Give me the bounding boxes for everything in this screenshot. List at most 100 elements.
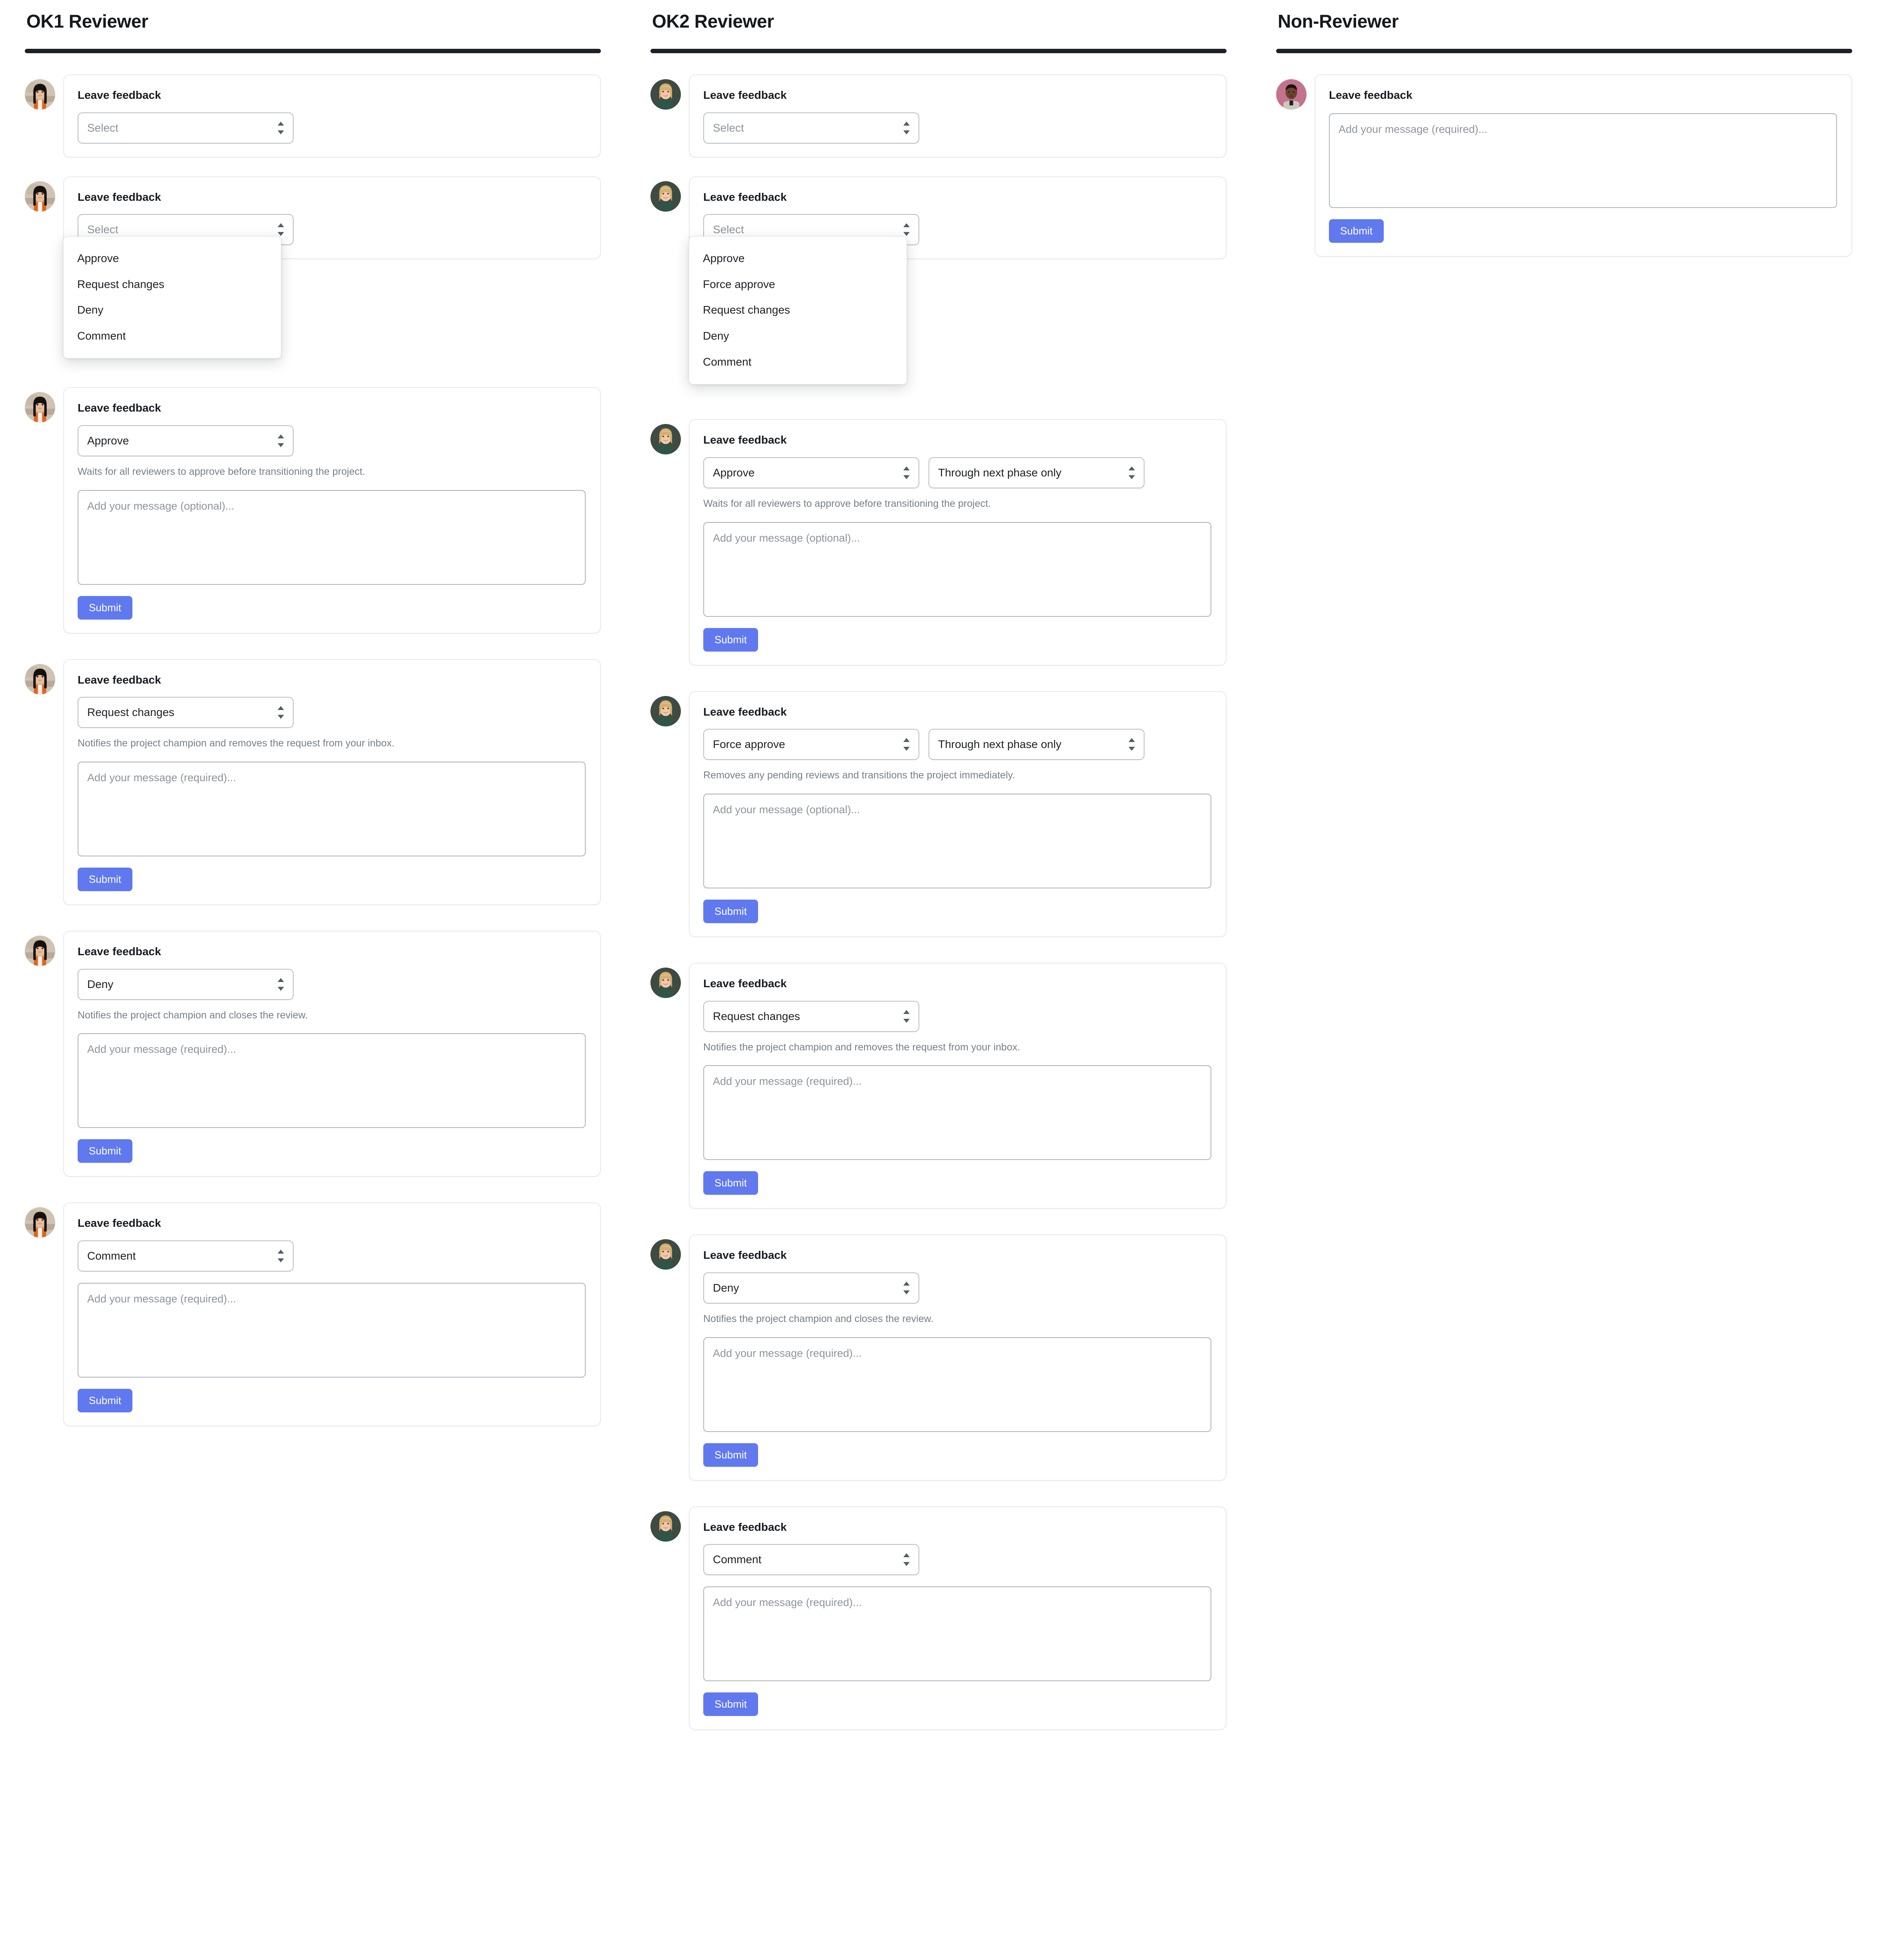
feedback-controls-row: Request changes [703, 1000, 1211, 1032]
feedback-card-row: Leave feedback Add your message (required… [1276, 74, 1852, 257]
cards-list-ok2: Leave feedback Select Leave feedback Selec… [650, 53, 1227, 1730]
leave-feedback-label: Leave feedback [703, 190, 787, 203]
select-value-text: Through next phase only [938, 466, 1062, 479]
feedback-controls-row: Approve Through next phase only [703, 457, 1211, 488]
submit-button[interactable]: Submit [78, 1389, 132, 1412]
feedback-scope-select-ok2-approve[interactable]: Through next phase only [928, 457, 1145, 488]
feedback-card-row: Leave feedback Force approve Through next … [650, 691, 1227, 938]
feedback-card-row: Leave feedback Comment Add your message (r… [650, 1506, 1227, 1730]
feedback-message-textarea[interactable]: Add your message (optional)... [703, 794, 1211, 889]
feedback-action-dropdown-menu[interactable]: Approve Request changes Deny Comment [63, 236, 281, 358]
feedback-action-select-ok1-collapsed[interactable]: Select [78, 112, 294, 144]
blonde-woman-green-top-avatar [650, 181, 681, 212]
column-nonreviewer: Non-Reviewer Leave feedback Add your mess… [1251, 0, 1877, 257]
feedback-message-textarea[interactable]: Add your message (required)... [78, 1283, 586, 1378]
action-helper-text: Notifies the project champion and closes… [703, 1313, 934, 1324]
select-value-text: Force approve [713, 738, 785, 751]
submit-button[interactable]: Submit [1329, 219, 1384, 243]
feedback-message-textarea[interactable]: Add your message (required)... [703, 1065, 1211, 1160]
dropdown-option-comment[interactable]: Comment [64, 323, 281, 349]
leave-feedback-label: Leave feedback [703, 705, 787, 718]
feedback-message-textarea[interactable]: Add your message (required)... [78, 1033, 586, 1128]
select-chevron-updown-icon [903, 466, 910, 480]
feedback-action-select-ok1-approve[interactable]: Approve [78, 425, 294, 456]
dropdown-option-deny[interactable]: Deny [689, 323, 906, 349]
select-value-text: Select [713, 223, 744, 236]
submit-button[interactable]: Submit [703, 628, 758, 652]
feedback-action-select-ok2-deny[interactable]: Deny [703, 1272, 919, 1304]
man-pink-background-avatar [1276, 79, 1307, 110]
leave-feedback-label: Leave feedback [703, 89, 787, 102]
dropdown-option-request-changes[interactable]: Request changes [689, 297, 906, 323]
feedback-action-select-ok2-force-approve[interactable]: Force approve [703, 729, 919, 760]
submit-button[interactable]: Submit [703, 1171, 758, 1195]
submit-button[interactable]: Submit [703, 1443, 758, 1467]
column-header-ok1: OK1 Reviewer [25, 0, 601, 54]
feedback-card-ok2-comment: Leave feedback Comment Add your message (r… [689, 1506, 1227, 1730]
dropdown-option-comment[interactable]: Comment [689, 349, 906, 375]
column-ok2: OK2 Reviewer Leave feedback Select Leave … [626, 0, 1251, 1730]
feedback-card-ok1-comment: Leave feedback Comment Add your message (r… [63, 1202, 601, 1426]
select-chevron-updown-icon [278, 705, 284, 720]
blonde-woman-green-top-avatar [650, 1511, 681, 1542]
leave-feedback-label: Leave feedback [78, 945, 161, 958]
feedback-action-select-ok2-approve[interactable]: Approve [703, 457, 919, 488]
feedback-card-row: Leave feedback Approve Through next phase … [650, 419, 1227, 666]
submit-button[interactable]: Submit [78, 1139, 132, 1163]
feedback-action-select-ok1-request-changes[interactable]: Request changes [78, 697, 294, 728]
dropdown-option-approve[interactable]: Approve [689, 246, 906, 272]
feedback-states-overview: OK1 Reviewer Leave feedback Select Leave … [0, 0, 1877, 1960]
select-chevron-updown-icon [278, 222, 284, 237]
feedback-message-textarea[interactable]: Add your message (optional)... [78, 490, 586, 585]
feedback-action-select-ok1-deny[interactable]: Deny [78, 968, 294, 1000]
feedback-controls-row: Comment [703, 1544, 1211, 1576]
select-value-text: Select [713, 121, 744, 134]
leave-feedback-label: Leave feedback [78, 1217, 161, 1230]
select-chevron-updown-icon [1129, 466, 1135, 480]
submit-row: Submit [78, 1128, 586, 1163]
feedback-controls-row: Select [78, 112, 586, 144]
column-header-nonreviewer: Non-Reviewer [1276, 0, 1852, 54]
submit-row: Submit [78, 1378, 586, 1412]
feedback-action-dropdown-menu[interactable]: Approve Force approve Request changes Deny C… [689, 236, 907, 384]
feedback-action-select-ok2-request-changes[interactable]: Request changes [703, 1000, 919, 1032]
submit-button[interactable]: Submit [78, 868, 132, 892]
feedback-message-textarea[interactable]: Add your message (required)... [703, 1337, 1211, 1432]
column-ok1: OK1 Reviewer Leave feedback Select Leave … [0, 0, 626, 1426]
select-chevron-updown-icon [278, 1249, 284, 1263]
feedback-controls-row: Deny [78, 968, 586, 1000]
submit-button[interactable]: Submit [703, 1692, 758, 1716]
feedback-message-textarea[interactable]: Add your message (required)... [78, 762, 586, 857]
feedback-action-select-ok2-comment[interactable]: Comment [703, 1544, 919, 1576]
feedback-message-textarea[interactable]: Add your message (required)... [703, 1586, 1211, 1682]
blonde-woman-green-top-avatar [650, 79, 681, 110]
submit-row: Submit [703, 1681, 1211, 1716]
blonde-woman-green-top-avatar [650, 968, 681, 998]
feedback-action-select-ok1-comment[interactable]: Comment [78, 1240, 294, 1272]
feedback-action-select-ok2-collapsed[interactable]: Select [703, 112, 919, 144]
feedback-controls-row: Force approve Through next phase only [703, 729, 1211, 760]
action-helper-text: Notifies the project champion and remove… [78, 738, 395, 749]
dropdown-option-force-approve[interactable]: Force approve [689, 272, 906, 298]
feedback-message-textarea[interactable]: Add your message (optional)... [703, 522, 1211, 617]
select-chevron-updown-icon [1129, 737, 1135, 752]
blonde-woman-green-top-avatar [650, 696, 681, 726]
leave-feedback-label: Leave feedback [78, 89, 161, 102]
feedback-scope-select-ok2-force-approve[interactable]: Through next phase only [928, 729, 1145, 760]
feedback-card-ok2-collapsed: Leave feedback Select [689, 74, 1227, 158]
dropdown-option-deny[interactable]: Deny [64, 297, 281, 323]
dropdown-option-approve[interactable]: Approve [64, 246, 281, 272]
column-title: Non-Reviewer [1278, 11, 1399, 32]
feedback-message-textarea[interactable]: Add your message (required)... [1329, 113, 1837, 208]
select-value-text: Select [87, 121, 118, 134]
feedback-card-ok2-approve: Leave feedback Approve Through next phase … [689, 419, 1227, 666]
submit-row: Submit [703, 1432, 1211, 1467]
card-spacer [650, 666, 1227, 691]
submit-button[interactable]: Submit [703, 900, 758, 924]
dropdown-option-request-changes[interactable]: Request changes [64, 272, 281, 298]
blonde-woman-green-top-avatar [650, 424, 681, 455]
submit-button[interactable]: Submit [78, 596, 132, 620]
action-helper-text: Waits for all reviewers to approve befor… [703, 498, 991, 509]
card-spacer [25, 158, 601, 176]
select-value-text: Request changes [713, 1010, 800, 1022]
